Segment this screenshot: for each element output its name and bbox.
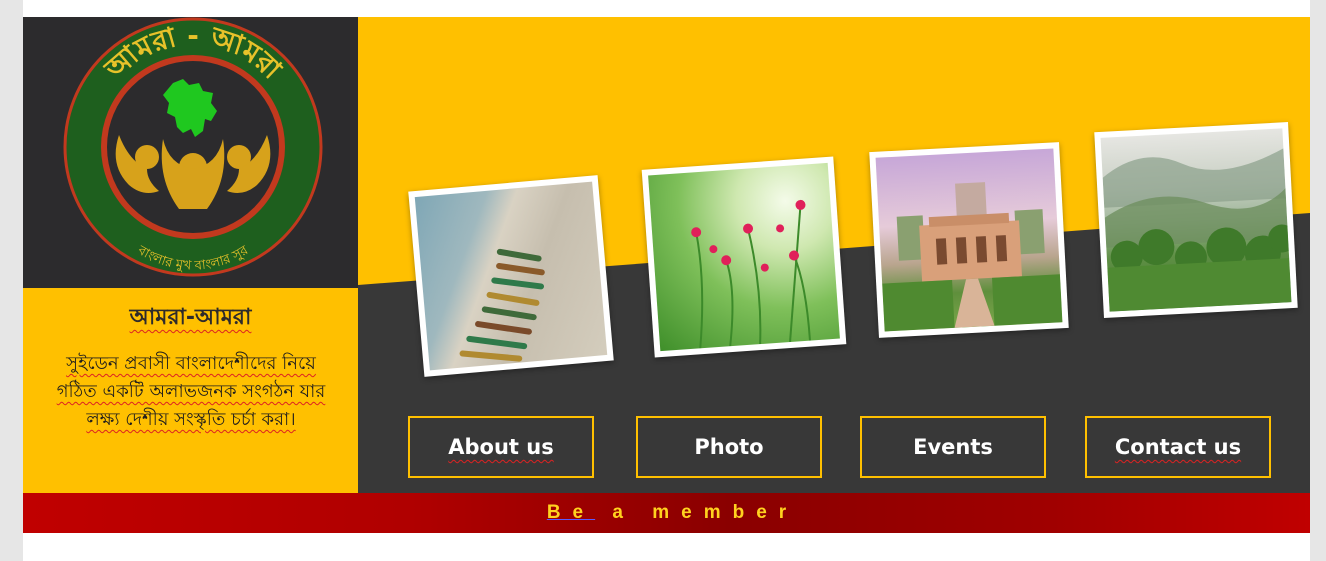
logo-panel: আমরা - আমরা বাংলার মুখ বাংলার সুর bbox=[23, 17, 358, 288]
org-description: সুইডেন প্রবাসী বাংলাদেশীদের নিয়ে গঠিত এ… bbox=[56, 353, 326, 430]
beach-boats-photo[interactable] bbox=[408, 175, 614, 377]
be-a-member-bar: Be a member bbox=[23, 493, 1310, 533]
hills-illustration bbox=[1102, 148, 1292, 312]
org-name: আমরা-আমরা bbox=[129, 305, 252, 330]
nav-photo-label: Photo bbox=[694, 435, 764, 459]
fort-illustration bbox=[882, 182, 1063, 332]
nav-about-us-label: About us bbox=[448, 435, 554, 459]
nav-events-label: Events bbox=[913, 435, 993, 459]
nav-contact-us-label: Contact us bbox=[1114, 435, 1242, 459]
be-a-member-first: Be bbox=[546, 502, 596, 523]
flowers-illustration bbox=[691, 199, 811, 349]
page: আমরা - আমরা বাংলার মুখ বাংলার সুর আমরা-আ… bbox=[23, 0, 1310, 561]
org-logo[interactable]: আমরা - আমরা বাংলার মুখ বাংলার সুর bbox=[23, 17, 358, 288]
lalbagh-fort-photo[interactable] bbox=[869, 142, 1069, 338]
header-banner: আমরা - আমরা বাংলার মুখ বাংলার সুর আমরা-আ… bbox=[23, 17, 1310, 493]
be-a-member-link[interactable]: Be a member bbox=[547, 502, 798, 524]
be-a-member-rest: a member bbox=[595, 502, 799, 523]
misty-hills-photo[interactable] bbox=[1094, 122, 1298, 318]
boats-illustration bbox=[459, 248, 545, 362]
nav-about-us-button[interactable]: About us bbox=[408, 416, 594, 478]
red-flowers-photo[interactable] bbox=[641, 156, 847, 358]
gallery-panel: About us Photo Events Contact us bbox=[358, 17, 1310, 493]
nav-events-button[interactable]: Events bbox=[860, 416, 1046, 478]
nav-contact-us-button[interactable]: Contact us bbox=[1085, 416, 1271, 478]
nav-photo-button[interactable]: Photo bbox=[636, 416, 822, 478]
